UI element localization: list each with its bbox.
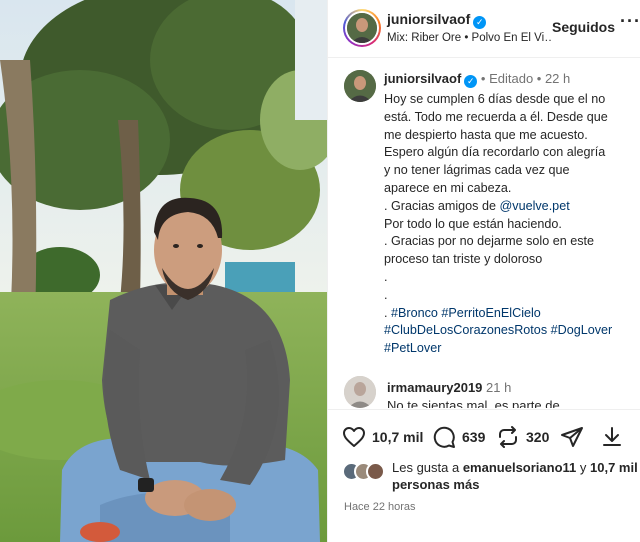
avatar	[366, 462, 385, 481]
caption-username[interactable]: juniorsilvaof	[384, 71, 461, 86]
liked-by-avatars[interactable]	[342, 462, 388, 482]
likes-count[interactable]: 10,7 mil	[372, 429, 423, 445]
comment-header: irmamaury2019 21 h	[387, 380, 511, 395]
save-action[interactable]	[600, 425, 624, 449]
hashtag-link[interactable]: #PetLover	[384, 340, 636, 358]
repost-icon[interactable]	[496, 425, 520, 449]
share-icon[interactable]	[560, 425, 584, 449]
caption-header: juniorsilvaof ✓ • Editado • 22 h	[384, 71, 570, 88]
comment-avatar-image	[344, 376, 376, 408]
share-action[interactable]	[560, 425, 584, 449]
caption-line: me despierto hasta que me acuesto.	[384, 127, 588, 142]
caption-meta: • Editado • 22 h	[480, 71, 571, 86]
caption-thanks-prefix: . Gracias amigos de	[384, 198, 500, 213]
comment-username[interactable]: irmamaury2019	[387, 380, 482, 395]
post-photo	[0, 0, 327, 542]
action-bar: 10,7 mil 639 320 Les gusta a emanuelsori…	[328, 409, 640, 542]
comment-action[interactable]: 639	[432, 425, 485, 449]
post-media[interactable]	[0, 0, 327, 542]
liked-by-tail[interactable]: personas más	[392, 477, 479, 492]
reposts-count[interactable]: 320	[526, 429, 549, 445]
caption-avatar-image	[344, 70, 376, 102]
avatar-image	[347, 13, 377, 43]
comment-text: No te sientas mal, es parte de	[387, 398, 560, 408]
repost-action[interactable]: 320	[496, 425, 549, 449]
following-button[interactable]: Seguidos	[552, 19, 615, 35]
caption-dot: .	[384, 287, 388, 302]
comments-count[interactable]: 639	[462, 429, 485, 445]
like-action[interactable]: 10,7 mil	[342, 425, 423, 449]
header-username-text[interactable]: juniorsilvaof	[387, 11, 470, 27]
heart-icon[interactable]	[342, 425, 366, 449]
caption-area: juniorsilvaof ✓ • Editado • 22 h Hoy se c…	[328, 58, 640, 408]
hashtag-prefix: .	[384, 305, 391, 320]
caption-dot: .	[384, 269, 388, 284]
liked-by-count[interactable]: 10,7 mil	[590, 460, 638, 475]
liked-by-suffix: y	[576, 460, 591, 475]
caption-thanks-line: . Gracias amigos de @vuelve.pet	[384, 198, 636, 216]
comment-time: 21 h	[486, 380, 512, 395]
more-options-icon[interactable]: ···	[620, 11, 640, 32]
caption-line: Espero algún día recordarlo con alegría	[384, 145, 606, 160]
liked-by-user[interactable]: emanuelsoriano11	[463, 460, 576, 475]
hashtag-link[interactable]: #ClubDeLosCorazonesRotos #DogLover	[384, 322, 636, 340]
header-username[interactable]: juniorsilvaof ✓	[387, 11, 487, 29]
verified-icon: ✓	[464, 75, 478, 88]
caption-text: Hoy se cumplen 6 días desde que el no es…	[384, 91, 636, 358]
comment-icon[interactable]	[432, 425, 456, 449]
post-header: juniorsilvaof ✓ Mix: Riber Ore • Polvo En…	[328, 0, 640, 58]
caption-line: Hoy se cumplen 6 días desde que el no	[384, 92, 606, 106]
post-side-panel: juniorsilvaof ✓ Mix: Riber Ore • Polvo En…	[327, 0, 640, 542]
caption-line: proceso tan triste y doloroso	[384, 252, 543, 267]
hashtag-line: . #Bronco #PerritoEnElCielo	[384, 305, 636, 323]
avatar-frame	[345, 11, 379, 45]
story-avatar[interactable]	[343, 9, 381, 47]
caption-line: y no tener lágrimas cada vez que	[384, 163, 570, 178]
caption-avatar[interactable]	[344, 70, 376, 102]
audio-track[interactable]: Mix: Riber Ore • Polvo En El Vi…	[387, 32, 552, 44]
post-view: juniorsilvaof ✓ Mix: Riber Ore • Polvo En…	[0, 0, 640, 542]
mention-link[interactable]: @vuelve.pet	[500, 199, 570, 213]
save-icon[interactable]	[600, 425, 624, 449]
liked-by-text: Les gusta a emanuelsoriano11 y 10,7 mil …	[392, 459, 639, 493]
hashtag-link[interactable]: #Bronco #PerritoEnElCielo	[391, 306, 541, 320]
caption-line: aparece en mi cabeza.	[384, 180, 512, 195]
verified-icon: ✓	[473, 16, 487, 29]
caption-line: está. Todo me recuerda a él. Desde que	[384, 109, 608, 124]
caption-line: . Gracias por no dejarme solo en este	[384, 234, 595, 249]
avatar	[347, 13, 377, 43]
liked-by-prefix: Les gusta a	[392, 460, 463, 475]
comment-avatar[interactable]	[344, 376, 376, 408]
post-timestamp[interactable]: Hace 22 horas	[344, 501, 416, 513]
caption-line: Por todo lo que están haciendo.	[384, 216, 562, 231]
